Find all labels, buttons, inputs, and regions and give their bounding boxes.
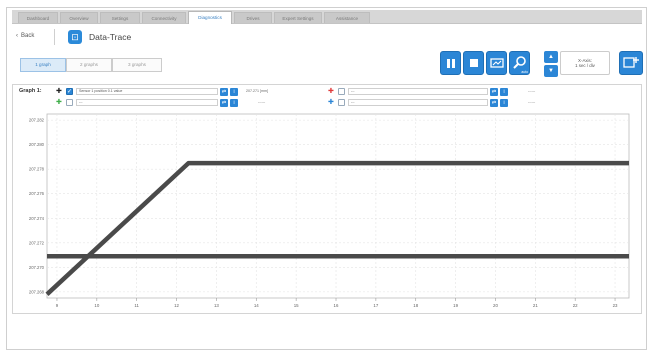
tab-overview[interactable]: Overview [60, 12, 98, 23]
arrow-down-icon[interactable]: ▼ [544, 65, 558, 77]
x-tick-label: 9 [56, 303, 59, 308]
tab-diagnostics[interactable]: Diagnostics [188, 11, 232, 24]
x-tick-label: 17 [373, 303, 378, 308]
pause-button[interactable] [440, 51, 461, 75]
chevron-left-icon: ‹ [16, 33, 18, 39]
signal-info-icon[interactable]: i [230, 88, 238, 96]
signal-select-icon[interactable]: ⇄ [220, 88, 228, 96]
tab-settings[interactable]: Settings [100, 12, 140, 23]
view-2-graphs-button[interactable]: 2 graphs [66, 58, 112, 72]
x-tick-label: 11 [134, 303, 139, 308]
tab-drives[interactable]: Drives [234, 12, 272, 23]
channel-2-value: ------ [528, 89, 536, 93]
tab-bar: Dashboard Overview Settings Connectivity… [12, 10, 642, 24]
x-tick-label: 16 [334, 303, 339, 308]
channel-4-signal-field[interactable]: --- [348, 99, 488, 106]
tab-assistance[interactable]: Assistance [324, 12, 370, 23]
channel-2-signal-field[interactable]: --- [348, 88, 488, 95]
x-axis-scale-display: X-Axis: 1 sec / div [560, 51, 610, 75]
signal-info-icon[interactable]: i [230, 99, 238, 107]
zoom-icon [512, 56, 526, 69]
pin-icon: ✚ [56, 88, 62, 95]
x-tick-label: 10 [94, 303, 99, 308]
stop-icon [469, 59, 478, 67]
back-label: Back [21, 33, 35, 39]
x-tick-label: 15 [294, 303, 299, 308]
x-tick-label: 18 [413, 303, 418, 308]
y-tick-label: 207.280 [29, 142, 45, 147]
trace-chart: 207.268 207.270 207.272 207.274 207.276 207.2… [29, 113, 630, 308]
view-3-graphs-button[interactable]: 3 graphs [112, 58, 162, 72]
x-tick-label: 19 [453, 303, 458, 308]
page-title: Data-Trace [89, 32, 132, 42]
tab-expert-settings[interactable]: Expert Settings [274, 12, 322, 23]
plot-area [46, 113, 630, 299]
channel-3-value: ------ [258, 100, 266, 104]
back-link[interactable]: ‹ Back [16, 33, 34, 39]
arrow-up-icon[interactable]: ▲ [544, 51, 558, 63]
data-trace-icon: ⊡ [68, 30, 82, 44]
view-1-graph-button[interactable]: 1 graph [20, 58, 66, 72]
x-tick-label: 13 [214, 303, 219, 308]
signal-info-icon[interactable]: i [500, 88, 508, 96]
graph-label: Graph 1: [19, 88, 42, 94]
x-tick-label: 21 [533, 303, 538, 308]
y-tick-label: 207.272 [29, 240, 45, 245]
signal-select-icon[interactable]: ⇄ [490, 99, 498, 107]
pause-icon [446, 58, 456, 68]
channel-4-checkbox[interactable] [338, 99, 345, 106]
x-tick-label: 20 [493, 303, 498, 308]
y-tick-label: 207.278 [29, 167, 45, 172]
channel-2-checkbox[interactable] [338, 88, 345, 95]
tab-dashboard[interactable]: Dashboard [18, 12, 58, 23]
add-graph-icon [623, 57, 639, 68]
tab-connectivity[interactable]: Connectivity [142, 12, 186, 23]
stop-button[interactable] [463, 51, 484, 75]
channel-4-value: ------ [528, 100, 536, 104]
x-axis-value: 1 sec / div [575, 63, 595, 68]
y-tick-label: 207.282 [29, 118, 45, 123]
channel-3-checkbox[interactable] [66, 99, 73, 106]
signal-info-icon[interactable]: i [500, 99, 508, 107]
channel-1-value: 207.271 [mm] [246, 89, 268, 93]
pin-icon: ✚ [328, 99, 334, 106]
signal-select-icon[interactable]: ⇄ [490, 88, 498, 96]
zoom-button[interactable]: auto [509, 51, 530, 75]
pin-icon: ✚ [328, 88, 334, 95]
channel-1-checkbox[interactable]: ✓ [66, 88, 73, 95]
y-tick-label: 207.274 [29, 216, 45, 221]
record-button[interactable] [486, 51, 507, 75]
header-divider [54, 29, 55, 45]
x-tick-label: 14 [254, 303, 259, 308]
y-tick-label: 207.268 [29, 289, 45, 294]
zoom-caption: auto [521, 70, 528, 74]
x-axis-stepper[interactable]: ▲ ▼ [544, 51, 558, 77]
channel-3-signal-field[interactable]: --- [76, 99, 218, 106]
record-icon [489, 58, 504, 68]
x-tick-label: 23 [613, 303, 618, 308]
signal-select-icon[interactable]: ⇄ [220, 99, 228, 107]
channel-1-signal-field[interactable]: Sensor 1 position 0.1 value [76, 88, 218, 95]
x-tick-label: 12 [174, 303, 179, 308]
pin-icon: ✚ [56, 99, 62, 106]
y-tick-label: 207.270 [29, 265, 45, 270]
y-tick-label: 207.276 [29, 191, 45, 196]
add-graph-button[interactable] [619, 51, 643, 75]
x-tick-label: 22 [573, 303, 578, 308]
